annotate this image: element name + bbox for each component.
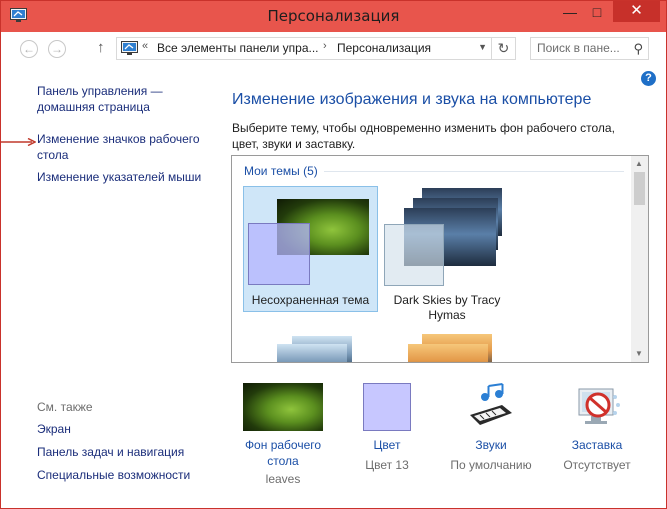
see-also-title: См. также [37, 400, 93, 414]
color-swatch[interactable] [363, 383, 411, 431]
group-divider [324, 171, 624, 172]
title-bar: Персонализация — □ ✕ [1, 1, 666, 32]
screensaver-value: Отсутствует [563, 458, 631, 472]
see-also-display-link[interactable]: Экран [37, 421, 71, 437]
theme-item-unsaved[interactable]: Несохраненная тема [243, 186, 378, 312]
address-dropdown-icon[interactable]: ▼ [478, 42, 487, 52]
theme-preview-color [248, 223, 310, 285]
search-placeholder: Поиск в пане... [537, 41, 620, 55]
sounds-item[interactable]: Звуки По умолчанию [441, 383, 541, 473]
color-link[interactable]: Цвет [343, 437, 431, 453]
forward-arrow-icon[interactable]: → [48, 40, 66, 58]
control-panel-home-link[interactable]: Панель управления — домашняя страница [37, 83, 177, 115]
back-arrow-icon[interactable]: ← [20, 40, 38, 58]
page-heading: Изменение изображения и звука на компьют… [232, 91, 592, 108]
scroll-thumb[interactable] [634, 172, 645, 205]
desktop-background-value: leaves [265, 472, 301, 486]
help-icon[interactable]: ? [641, 71, 656, 86]
change-desktop-icons-link[interactable]: Изменение значков рабочего стола [37, 131, 217, 163]
page-description: Выберите тему, чтобы одновременно измени… [232, 121, 615, 151]
breadcrumb-all-items[interactable]: Все элементы панели упра... [157, 41, 319, 55]
theme-name: Несохраненная тема [251, 293, 370, 307]
change-mouse-pointers-link[interactable]: Изменение указателей мыши [37, 169, 217, 185]
color-item[interactable]: Цвет Цвет 13 [343, 383, 431, 473]
themes-list[interactable]: Мои темы (5) Несохраненная тема Dark Ski… [231, 155, 649, 363]
up-arrow-icon[interactable]: ↑ [97, 39, 105, 56]
breadcrumb-separator[interactable]: › [323, 40, 327, 52]
theme-preview-partial [408, 344, 488, 362]
address-bar[interactable]: « Все элементы панели упра... › Персонал… [116, 37, 492, 60]
theme-group-title[interactable]: Мои темы (5) [244, 164, 318, 178]
scroll-up-icon[interactable]: ▲ [635, 159, 643, 168]
search-icon[interactable]: ⚲ [633, 41, 643, 57]
sounds-value: По умолчанию [450, 458, 532, 472]
minimize-button[interactable]: — [557, 1, 583, 23]
theme-preview-partial [277, 344, 347, 362]
see-also-accessibility-link[interactable]: Специальные возможности [37, 467, 190, 483]
maximize-button[interactable]: □ [584, 1, 610, 23]
themes-scrollbar[interactable]: ▲ ▼ [631, 156, 648, 362]
close-button[interactable]: ✕ [613, 1, 660, 22]
sounds-icon[interactable] [466, 383, 516, 431]
screensaver-link[interactable]: Заставка [549, 437, 645, 453]
theme-preview-color [384, 224, 444, 286]
refresh-icon[interactable]: ↻ [492, 37, 516, 60]
screensaver-icon[interactable] [571, 383, 623, 431]
desktop-background-link[interactable]: Фон рабочего стола [235, 437, 331, 469]
desktop-background-item[interactable]: Фон рабочего стола leaves [235, 383, 331, 487]
pointer-arrow-icon [1, 138, 36, 146]
search-input[interactable]: Поиск в пане... ⚲ [530, 37, 649, 60]
sounds-link[interactable]: Звуки [441, 437, 541, 453]
navigation-bar: ← → ↑ « Все элементы панели упра... › Пе… [1, 32, 666, 68]
overflow-chevron[interactable]: « [142, 40, 148, 52]
breadcrumb-personalization[interactable]: Персонализация [337, 41, 431, 55]
screensaver-item[interactable]: Заставка Отсутствует [549, 383, 645, 473]
desktop-background-thumbnail[interactable] [243, 383, 323, 431]
control-panel-icon [121, 41, 138, 55]
color-value: Цвет 13 [365, 458, 409, 472]
theme-name: Dark Skies by Tracy Hymas [393, 293, 501, 322]
scroll-down-icon[interactable]: ▼ [635, 349, 643, 358]
personalization-window: Персонализация — □ ✕ ← → ↑ « Все элемент… [0, 0, 667, 509]
see-also-taskbar-link[interactable]: Панель задач и навигация [37, 444, 184, 460]
